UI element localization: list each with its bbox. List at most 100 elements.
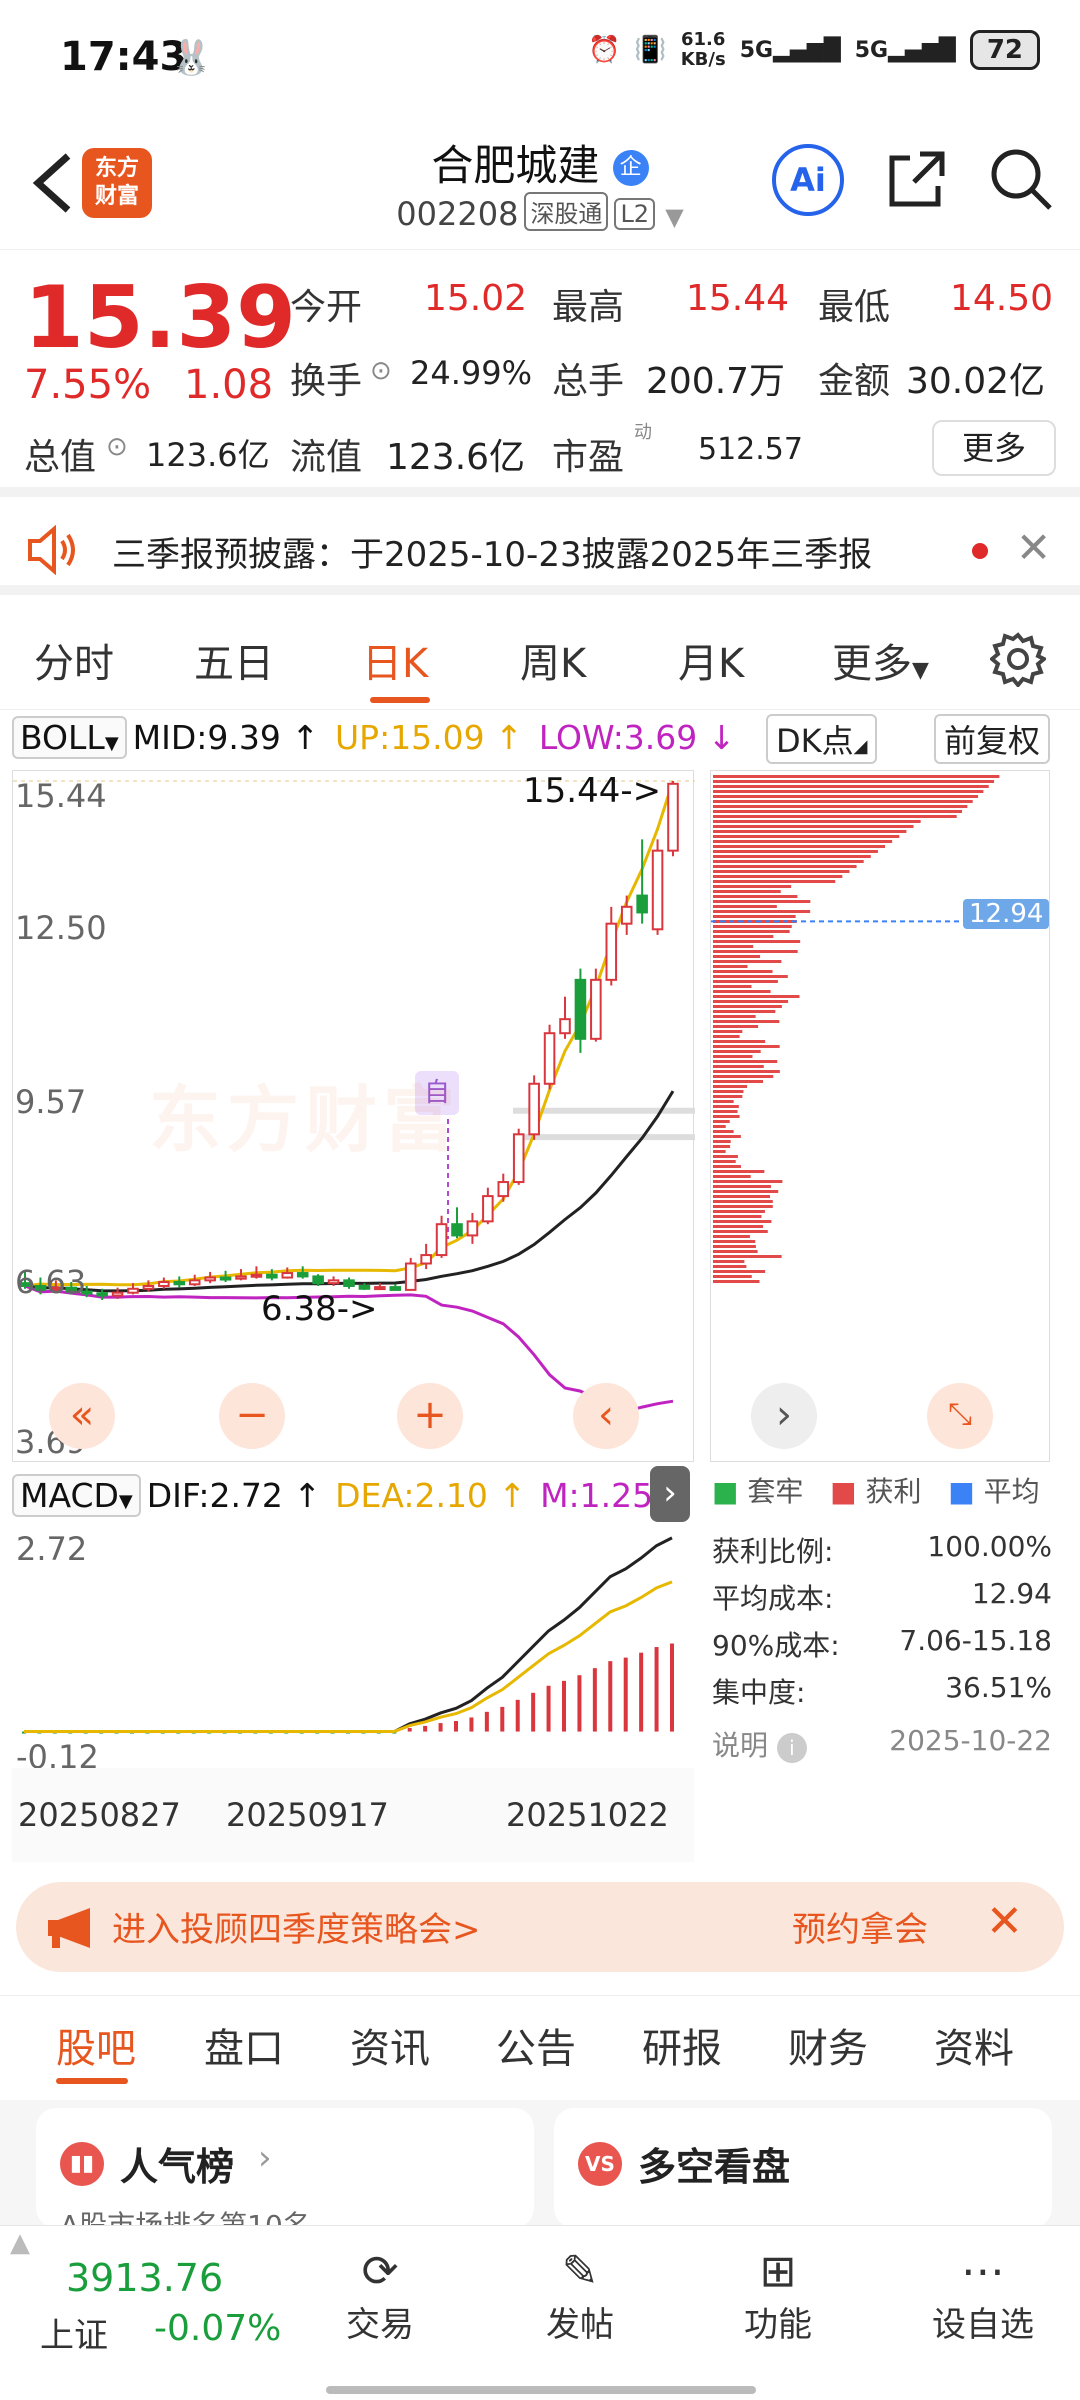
chip-bar: [713, 1100, 734, 1103]
promo-action[interactable]: 预约拿会: [792, 1902, 928, 1951]
info-icon[interactable]: ⊙: [106, 432, 128, 462]
tab-weekly-k[interactable]: 周K: [520, 631, 586, 689]
chip-next-icon[interactable]: ›: [751, 1383, 817, 1449]
amount-value: 30.02亿: [906, 352, 1045, 404]
chip-bar: [713, 910, 810, 913]
index-value[interactable]: 3913.76: [66, 2256, 223, 2300]
chip-bar: [713, 930, 790, 933]
tab-five-day[interactable]: 五日: [194, 631, 274, 689]
candle-body: [591, 980, 601, 1039]
candle-body: [622, 907, 632, 924]
chip-bar: [713, 825, 914, 828]
date-axis: 20250827 20250917 20251022: [12, 1768, 694, 1862]
tab-financials[interactable]: 财务: [788, 2016, 868, 2074]
chip-bar: [713, 1190, 778, 1193]
candle-body: [298, 1273, 308, 1276]
scroll-right-icon[interactable]: ‹: [573, 1383, 639, 1449]
notice-text: 三季报预披露：于2025-10-23披露2025年三季报: [112, 527, 872, 576]
chip-bar: [713, 985, 751, 988]
candle-body: [499, 1182, 509, 1196]
tab-announcements[interactable]: 公告: [496, 2016, 576, 2074]
chip-bar: [713, 1105, 739, 1108]
chip-bar: [713, 1130, 734, 1133]
chip-bar: [713, 1070, 780, 1073]
nav-trade[interactable]: ⟳ 交易: [330, 2246, 430, 2346]
indicator-dropdown[interactable]: BOLL▼: [12, 716, 127, 759]
macd-bar: [593, 1668, 597, 1731]
tab-more[interactable]: 更多▼: [832, 631, 929, 689]
chip-bar: [713, 900, 810, 903]
candle-body: [545, 1033, 555, 1084]
chip-bar: [713, 1225, 763, 1228]
candle-body: [468, 1221, 478, 1235]
more-quote-button[interactable]: 更多: [932, 420, 1056, 476]
dk-point-button[interactable]: DK点◢: [766, 714, 877, 764]
chip-bar: [713, 945, 753, 948]
candle-body: [637, 896, 647, 913]
promo-banner[interactable]: 进入投顾四季度策略会> 预约拿会 ✕: [16, 1882, 1064, 1972]
macd-chart[interactable]: 2.72 -0.12: [12, 1520, 694, 1765]
chip-svg: [711, 771, 1051, 1463]
boll-mid: MID:9.39 ↑: [133, 718, 319, 757]
explain-link[interactable]: 说明 i: [712, 1724, 807, 1771]
chip-bar: [713, 905, 777, 908]
chip-average-label: 12.94: [963, 899, 1049, 929]
tab-monthly-k[interactable]: 月K: [678, 631, 744, 689]
volume-label: 总手: [552, 352, 624, 404]
macd-dropdown[interactable]: MACD▼: [12, 1474, 141, 1517]
macd-bar: [454, 1721, 458, 1732]
chip-bar: [713, 800, 973, 803]
scroll-left-icon[interactable]: «: [49, 1383, 115, 1449]
chip-distribution[interactable]: 12.94 › ⤡: [710, 770, 1050, 1462]
y-axis-label-6-63: 6.63: [15, 1263, 86, 1301]
search-icon[interactable]: [988, 146, 1054, 212]
notice-bar[interactable]: 三季报预披露：于2025-10-23披露2025年三季报 ✕: [0, 505, 1080, 595]
tab-research[interactable]: 研报: [642, 2016, 722, 2074]
chip-bar: [713, 1025, 758, 1028]
tab-intraday[interactable]: 分时: [34, 631, 114, 689]
adjust-mode-button[interactable]: 前复权: [934, 714, 1050, 764]
zoom-out-icon[interactable]: −: [219, 1383, 285, 1449]
bull-bear-title: 多空看盘: [638, 2136, 790, 2191]
candle-body: [283, 1273, 293, 1277]
info-icon[interactable]: ⊙: [370, 356, 392, 386]
signal-icon-1: 5G▂▄▆█: [740, 38, 841, 63]
chip-bar: [713, 970, 773, 973]
change-percent: 7.55%: [24, 362, 151, 408]
candle-body: [391, 1287, 401, 1290]
candle-body: [514, 1134, 524, 1182]
legend-average: 平均: [984, 1475, 1040, 1508]
signal-icon-2: 5G▂▄▆█: [855, 38, 956, 63]
zoom-in-icon[interactable]: +: [397, 1383, 463, 1449]
kline-chart[interactable]: 15.44 12.50 9.57 6.63 3.69 15.44-> 6.38-…: [12, 770, 694, 1462]
collapse-arrow-icon[interactable]: ▲: [10, 2228, 30, 2258]
bull-bear-card[interactable]: VS 多空看盘: [554, 2108, 1052, 2228]
settings-gear-icon[interactable]: [990, 631, 1046, 687]
popularity-card[interactable]: ▮▮ 人气榜 › A股市场排名第10名: [36, 2108, 534, 2228]
share-icon[interactable]: [884, 146, 950, 212]
chart-expand-arrow-icon[interactable]: ›: [650, 1466, 690, 1522]
nav-post[interactable]: ✎ 发帖: [530, 2246, 630, 2346]
chip-bar: [713, 1085, 747, 1088]
nav-add-watchlist[interactable]: ⋯ 设自选: [918, 2246, 1048, 2346]
chip-bar: [713, 1150, 726, 1153]
tab-order-book[interactable]: 盘口: [204, 2016, 284, 2074]
tab-profile[interactable]: 资料: [934, 2016, 1014, 2074]
status-bar: 17:43 🐰 ⏰ 📳 61.6 KB/s 5G▂▄▆█ 5G▂▄▆█ 72: [0, 0, 1080, 115]
y-axis-label-12-50: 12.50: [15, 909, 107, 947]
feature-cards: ▮▮ 人气榜 › A股市场排名第10名 VS 多空看盘: [0, 2100, 1080, 2225]
chip-bar: [713, 1255, 782, 1258]
macd-bar: [608, 1661, 612, 1731]
chip-bar: [713, 960, 781, 963]
macd-y-top: 2.72: [16, 1530, 87, 1568]
tab-daily-k[interactable]: 日K: [362, 631, 428, 689]
close-icon[interactable]: ✕: [986, 1896, 1023, 1947]
amount-label: 金额: [818, 352, 890, 404]
tab-news[interactable]: 资讯: [350, 2016, 430, 2074]
nav-functions[interactable]: ⊞ 功能: [728, 2246, 828, 2346]
tab-forum[interactable]: 股吧: [56, 2016, 136, 2074]
close-icon[interactable]: ✕: [1016, 523, 1051, 572]
expand-icon[interactable]: ⤡: [927, 1383, 993, 1449]
ai-button[interactable]: Ai: [772, 144, 844, 216]
chip-bar: [713, 1030, 742, 1033]
